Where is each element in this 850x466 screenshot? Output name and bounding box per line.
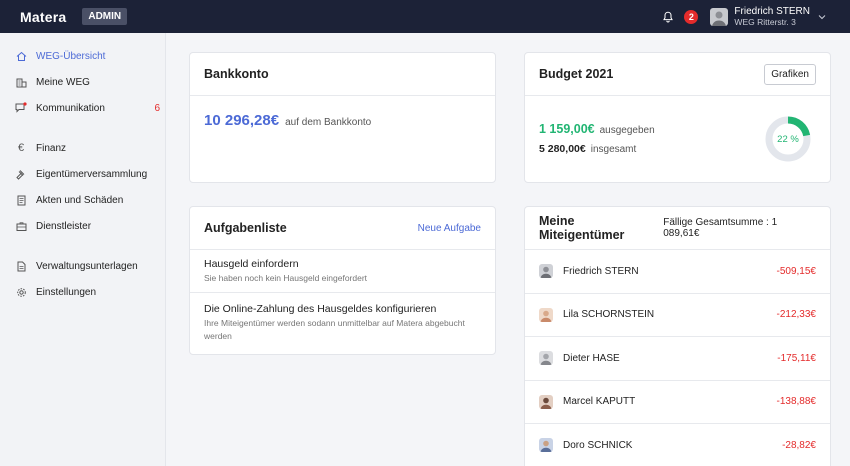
avatar bbox=[539, 438, 553, 453]
sidebar-item-einstellungen[interactable]: Einstellungen bbox=[15, 283, 160, 301]
card-header: Aufgabenliste Neue Aufgabe bbox=[190, 207, 495, 250]
owner-row[interactable]: Dieter HASE -175,11€ bbox=[525, 337, 830, 381]
bell-icon[interactable] bbox=[660, 9, 676, 25]
owner-name: Lila SCHORNSTEIN bbox=[563, 309, 655, 321]
owner-name: Dieter HASE bbox=[563, 352, 620, 364]
admin-badge: ADMIN bbox=[82, 8, 128, 25]
budget-spent: 1 159,00€ ausgegeben bbox=[539, 122, 655, 136]
notification-count-badge[interactable]: 2 bbox=[684, 9, 699, 24]
task-title: Hausgeld einfordern bbox=[204, 258, 299, 270]
sidebar: WEG-Übersicht Meine WEG Kommunikation 6 … bbox=[0, 33, 166, 466]
task-description: Sie haben noch kein Hausgeld eingeforder… bbox=[204, 273, 368, 283]
sidebar-item-label: Akten und Schäden bbox=[36, 194, 124, 206]
building-icon bbox=[15, 76, 27, 88]
owner-balance: -212,33€ bbox=[776, 309, 816, 321]
avatar bbox=[539, 351, 553, 366]
total-due: Fällige Gesamtsumme : 1 089,61€ bbox=[663, 217, 778, 239]
budget-body: 1 159,00€ ausgegeben 5 280,00€ insgesamt… bbox=[525, 96, 830, 182]
sidebar-item-meine-weg[interactable]: Meine WEG bbox=[15, 73, 160, 91]
owner-row[interactable]: Friedrich STERN -509,15€ bbox=[525, 250, 830, 294]
budget-card: Budget 2021 Grafiken 1 159,00€ ausgegebe… bbox=[524, 52, 831, 183]
unread-count-badge: 6 bbox=[154, 102, 160, 114]
sidebar-item-weg-uebersicht[interactable]: WEG-Übersicht bbox=[15, 47, 160, 65]
sidebar-item-label: Finanz bbox=[36, 142, 67, 154]
chat-icon bbox=[15, 102, 27, 114]
sidebar-item-verwaltungsunterlagen[interactable]: Verwaltungsunterlagen bbox=[15, 257, 160, 275]
card-title: Budget 2021 bbox=[539, 67, 614, 81]
gavel-icon bbox=[15, 168, 27, 180]
owner-row[interactable]: Doro SCHNICK -28,82€ bbox=[525, 424, 830, 466]
budget-total-label: insgesamt bbox=[590, 144, 637, 155]
owner-row[interactable]: Marcel KAPUTT -138,88€ bbox=[525, 381, 830, 424]
task-item[interactable]: Hausgeld einfordern Sie haben noch kein … bbox=[190, 250, 495, 293]
owner-balance: -28,82€ bbox=[782, 439, 816, 451]
sidebar-item-label: Eigentümerversammlung bbox=[36, 168, 148, 180]
card-header: Budget 2021 Grafiken bbox=[525, 53, 830, 96]
new-task-link[interactable]: Neue Aufgabe bbox=[418, 223, 481, 234]
owner-name: Marcel KAPUTT bbox=[563, 396, 636, 408]
co-owners-card: Meine Miteigentümer Fällige Gesamtsumme … bbox=[524, 206, 831, 466]
user-name: Friedrich STERN bbox=[734, 5, 810, 17]
sidebar-item-label: WEG-Übersicht bbox=[36, 50, 106, 62]
sidebar-item-label: Kommunikation bbox=[36, 102, 105, 114]
card-title: Meine Miteigentümer bbox=[539, 214, 625, 242]
charts-button[interactable]: Grafiken bbox=[764, 63, 816, 85]
sidebar-item-label: Verwaltungsunterlagen bbox=[36, 260, 138, 272]
user-property: WEG Ritterstr. 3 bbox=[734, 16, 796, 27]
owner-row[interactable]: Lila SCHORNSTEIN -212,33€ bbox=[525, 294, 830, 337]
user-menu[interactable]: Friedrich STERN WEG Ritterstr. 3 bbox=[734, 5, 810, 27]
budget-spent-label: ausgegeben bbox=[599, 125, 655, 136]
euro-icon: € bbox=[17, 142, 25, 154]
bank-balance-amount: 10 296,28€ bbox=[204, 112, 280, 129]
owner-balance: -138,88€ bbox=[776, 396, 816, 408]
card-header: Bankkonto bbox=[190, 53, 495, 96]
card-title: Bankkonto bbox=[204, 67, 269, 81]
owner-name: Doro SCHNICK bbox=[563, 439, 633, 451]
owner-balance: -175,11€ bbox=[777, 352, 816, 364]
sidebar-item-label: Meine WEG bbox=[36, 76, 90, 88]
budget-percent: 22 % bbox=[777, 133, 799, 145]
sidebar-item-kommunikation[interactable]: Kommunikation 6 bbox=[15, 99, 160, 117]
task-item[interactable]: Die Online-Zahlung des Hausgeldes konfig… bbox=[190, 293, 495, 353]
file-icon bbox=[15, 260, 27, 272]
sidebar-item-finanz[interactable]: € Finanz bbox=[15, 139, 160, 157]
briefcase-icon bbox=[15, 220, 27, 232]
task-title: Die Online-Zahlung des Hausgeldes konfig… bbox=[204, 303, 437, 315]
bank-balance: 10 296,28€ auf dem Bankkonto bbox=[190, 96, 495, 145]
sidebar-item-eigentuemerversammlung[interactable]: Eigentümerversammlung bbox=[15, 165, 160, 183]
sidebar-item-label: Dienstleister bbox=[36, 220, 92, 232]
budget-total: 5 280,00€ insgesamt bbox=[539, 143, 636, 155]
budget-spent-amount: 1 159,00€ bbox=[539, 122, 595, 136]
avatar bbox=[539, 264, 553, 279]
avatar bbox=[539, 394, 553, 409]
sidebar-item-dienstleister[interactable]: Dienstleister bbox=[15, 217, 160, 235]
owner-name: Friedrich STERN bbox=[563, 265, 639, 277]
owner-balance: -509,15€ bbox=[776, 265, 816, 277]
chevron-down-icon[interactable] bbox=[818, 11, 826, 23]
sidebar-item-label: Einstellungen bbox=[36, 286, 97, 298]
top-right-area: 2 Friedrich STERN WEG Ritterstr. 3 bbox=[660, 5, 826, 27]
document-icon bbox=[15, 194, 27, 206]
gear-icon bbox=[15, 286, 27, 298]
top-bar: Matera ADMIN 2 Friedrich STERN WEG Ritte… bbox=[0, 0, 850, 33]
bank-account-card: Bankkonto 10 296,28€ auf dem Bankkonto bbox=[189, 52, 496, 183]
budget-donut: 22 % bbox=[764, 115, 812, 163]
bank-balance-label: auf dem Bankkonto bbox=[285, 117, 372, 128]
task-description: Ihre Miteigentümer werden sodann unmitte… bbox=[204, 318, 465, 341]
avatar[interactable] bbox=[710, 7, 729, 26]
brand-logo[interactable]: Matera bbox=[20, 9, 66, 25]
card-header: Meine Miteigentümer Fällige Gesamtsumme … bbox=[525, 207, 830, 250]
home-icon bbox=[15, 50, 27, 62]
avatar bbox=[539, 307, 553, 322]
budget-total-amount: 5 280,00€ bbox=[539, 143, 586, 155]
card-title: Aufgabenliste bbox=[204, 221, 287, 235]
sidebar-item-akten-und-schaeden[interactable]: Akten und Schäden bbox=[15, 191, 160, 209]
task-list-card: Aufgabenliste Neue Aufgabe Hausgeld einf… bbox=[189, 206, 496, 355]
